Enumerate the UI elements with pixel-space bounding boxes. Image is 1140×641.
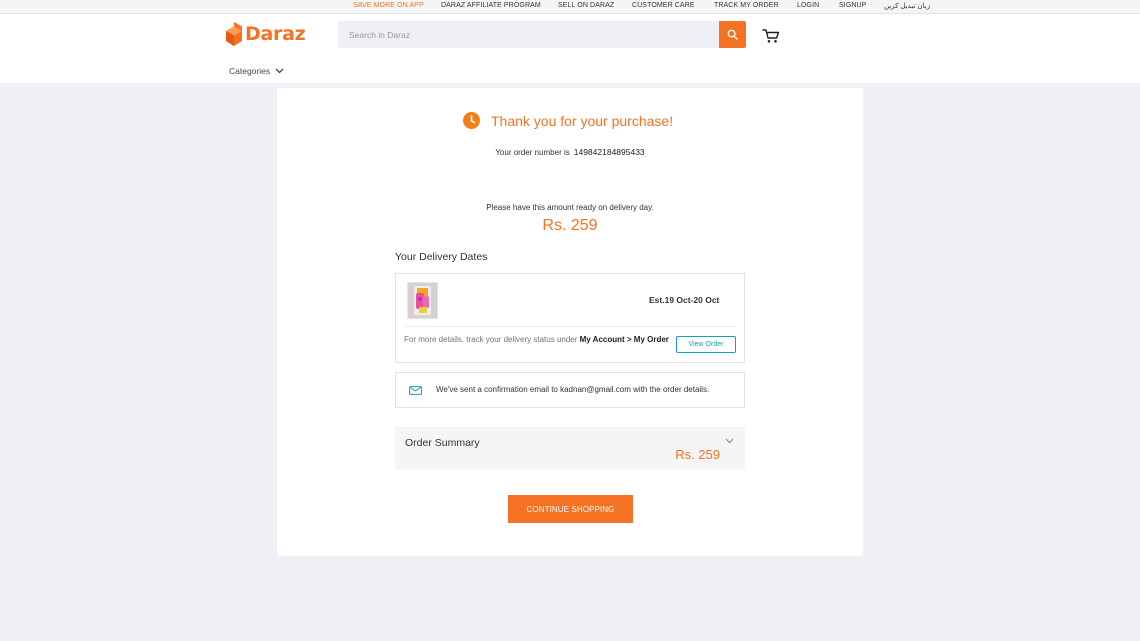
track-prefix: For more details, track your delivery st… [404, 335, 578, 344]
order-number: 149842184895433 [573, 147, 645, 157]
categories-menu[interactable]: Categories [229, 66, 284, 76]
delivery-package-box: Est.19 Oct-20 Oct For more details, trac… [395, 273, 745, 363]
amount-note: Please have this amount ready on deliver… [486, 203, 654, 212]
chevron-down-icon [275, 68, 284, 74]
clock-icon [463, 112, 480, 129]
search-bar [338, 21, 746, 48]
login-link[interactable]: LOGIN [797, 2, 819, 9]
top-utility-bar: SAVE MORE ON APP DARAZ AFFILIATE PROGRAM… [0, 0, 1140, 14]
sell-on-daraz-link[interactable]: SELL ON DARAZ [558, 2, 614, 9]
cart-button[interactable] [762, 28, 780, 44]
thanks-text: Thank you for your purchase! [491, 112, 674, 129]
order-summary-amount: Rs. 259 [675, 447, 720, 462]
track-my-order-link[interactable]: TRACK MY ORDER [714, 2, 779, 9]
search-input[interactable] [338, 21, 719, 48]
divider [404, 326, 736, 327]
track-delivery-text: For more details, track your delivery st… [404, 335, 669, 345]
daraz-logo[interactable]: Daraz [226, 21, 306, 47]
order-number-line: Your order number is 149842184895433 [277, 147, 863, 157]
email-confirmation-text: We've sent a confirmation email to kadna… [436, 385, 710, 394]
order-summary-title: Order Summary [405, 437, 480, 449]
save-more-on-app-link[interactable]: SAVE MORE ON APP [353, 2, 424, 9]
delivery-dates-title: Your Delivery Dates [395, 251, 488, 263]
cart-icon [762, 29, 780, 43]
view-order-button[interactable]: View Order [676, 336, 736, 353]
chevron-down-icon [725, 438, 734, 444]
order-confirmation-card: Thank you for your purchase! Your order … [277, 88, 863, 556]
my-account-link[interactable]: My Account > My Order [580, 335, 669, 344]
customer-care-link[interactable]: CUSTOMER CARE [632, 2, 695, 9]
categories-label: Categories [229, 66, 271, 76]
search-button[interactable] [719, 21, 746, 48]
language-switch-link[interactable]: زبان تبدیل کریں [884, 2, 930, 10]
mail-icon [409, 386, 422, 395]
delivery-estimate: Est.19 Oct-20 Oct [649, 295, 720, 305]
daraz-logo-icon [226, 22, 242, 46]
affiliate-program-link[interactable]: DARAZ AFFILIATE PROGRAM [441, 2, 541, 9]
email-confirmation-box: We've sent a confirmation email to kadna… [395, 372, 745, 408]
continue-shopping-button[interactable]: CONTINUE SHOPPING [508, 495, 633, 523]
signup-link[interactable]: SIGNUP [839, 2, 866, 9]
search-icon [727, 29, 738, 40]
order-summary-toggle[interactable]: Order Summary Rs. 259 [395, 427, 745, 470]
product-image [408, 283, 437, 318]
order-number-label: Your order number is [495, 148, 570, 157]
product-thumbnail[interactable] [407, 282, 438, 319]
logo-text: Daraz [245, 23, 306, 45]
site-header: Daraz Categories [0, 14, 1140, 83]
thanks-heading: Thank you for your purchase! [463, 112, 673, 129]
amount-due: Rs. 259 [542, 217, 598, 234]
